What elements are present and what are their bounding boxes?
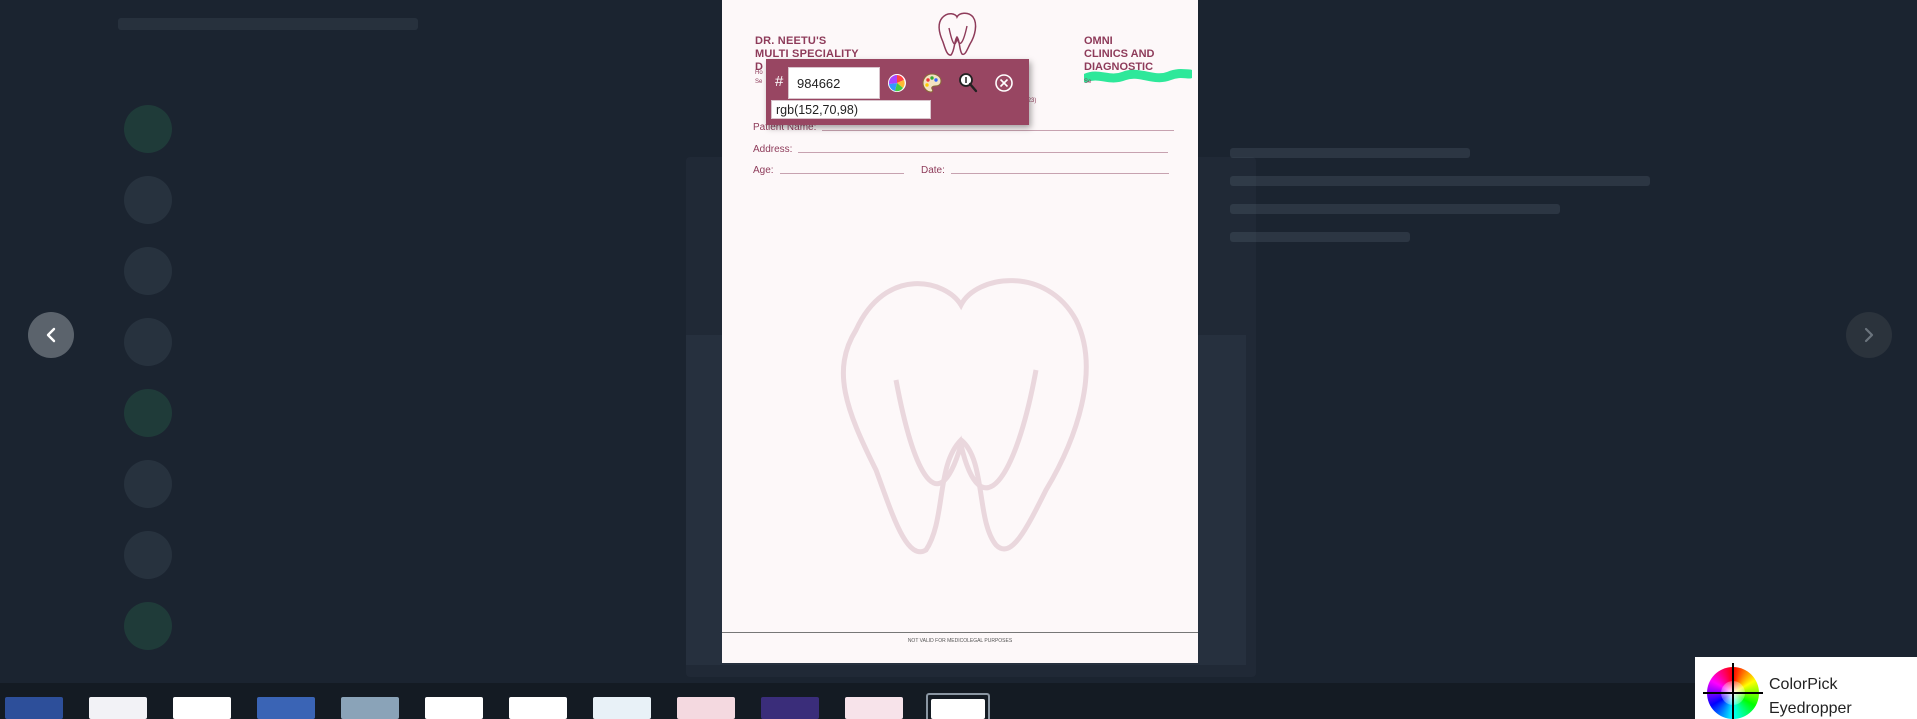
avatar <box>124 531 172 579</box>
thumbnail-image <box>341 697 399 719</box>
background-contact-list <box>118 95 598 663</box>
background-contact-item <box>118 95 598 166</box>
thumbnail-image <box>845 697 903 719</box>
thumbnail-image <box>173 697 231 719</box>
avatar <box>124 105 172 153</box>
address-line-right: Se <box>1084 79 1092 85</box>
thumbnail-strip <box>0 683 1917 719</box>
palette-icon[interactable] <box>921 72 943 94</box>
hash-label: # <box>775 73 784 90</box>
avatar <box>124 389 172 437</box>
age-field: Age: <box>753 165 904 176</box>
tooth-logo-icon <box>938 12 977 56</box>
chevron-right-icon <box>1864 327 1874 343</box>
background-contact-item <box>118 308 598 379</box>
thumbnail[interactable] <box>674 693 738 719</box>
thumbnail[interactable] <box>254 693 318 719</box>
thumbnail-image <box>89 697 147 719</box>
thumbnail[interactable] <box>590 693 654 719</box>
thumbnail-image <box>5 697 63 719</box>
hex-color-input[interactable]: 984662 <box>788 67 880 99</box>
thumbnail-image <box>593 697 651 719</box>
color-picker-popup: # 984662 rgb(152,70,98) <box>766 59 1029 125</box>
thumbnail[interactable] <box>926 693 990 719</box>
thumbnail-image <box>931 699 985 719</box>
background-contact-item <box>118 521 598 592</box>
color-wheel-icon[interactable] <box>886 72 908 94</box>
close-icon[interactable] <box>993 72 1015 94</box>
notification-title: ColorPick Eyedropper <box>1769 676 1852 717</box>
thumbnail-image <box>677 697 735 719</box>
avatar <box>124 460 172 508</box>
thumbnail-image <box>425 697 483 719</box>
thumbnail[interactable] <box>842 693 906 719</box>
address-field: Address: <box>753 144 1169 155</box>
previous-button[interactable] <box>28 312 74 358</box>
thumbnail[interactable] <box>758 693 822 719</box>
avatar <box>124 247 172 295</box>
document-footer: NOT VALID FOR MEDICOLEGAL PURPOSES <box>907 638 1013 644</box>
thumbnail[interactable] <box>506 693 570 719</box>
tooth-watermark-icon <box>840 278 1089 555</box>
thumbnail[interactable] <box>86 693 150 719</box>
background-contact-item <box>118 166 598 237</box>
address-line-left-2: Se <box>755 79 763 85</box>
background-contact-item <box>118 237 598 308</box>
thumbnail[interactable] <box>2 693 66 719</box>
colorpick-notification[interactable]: ColorPick Eyedropper <box>1695 657 1917 719</box>
address-line-left-1: Ho <box>755 70 763 76</box>
thumbnail-image <box>761 697 819 719</box>
thumbnail-image <box>509 697 567 719</box>
thumbnail-image <box>257 697 315 719</box>
background-contact-item <box>118 379 598 450</box>
background-contact-item <box>118 592 598 663</box>
thumbnail[interactable] <box>338 693 402 719</box>
next-button[interactable] <box>1846 312 1892 358</box>
avatar <box>124 318 172 366</box>
rgb-color-input[interactable]: rgb(152,70,98) <box>771 100 931 119</box>
thumbnail[interactable] <box>170 693 234 719</box>
thumbnail[interactable] <box>422 693 486 719</box>
chevron-left-icon <box>46 327 56 343</box>
redaction-scribble <box>1084 69 1192 83</box>
date-field: Date: <box>921 165 1169 176</box>
background-header <box>118 18 418 30</box>
footer-divider <box>722 632 1198 633</box>
avatar <box>124 602 172 650</box>
zoom-icon[interactable] <box>957 72 979 94</box>
background-contact-item <box>118 450 598 521</box>
avatar <box>124 176 172 224</box>
background-text-lines <box>1230 130 1830 260</box>
